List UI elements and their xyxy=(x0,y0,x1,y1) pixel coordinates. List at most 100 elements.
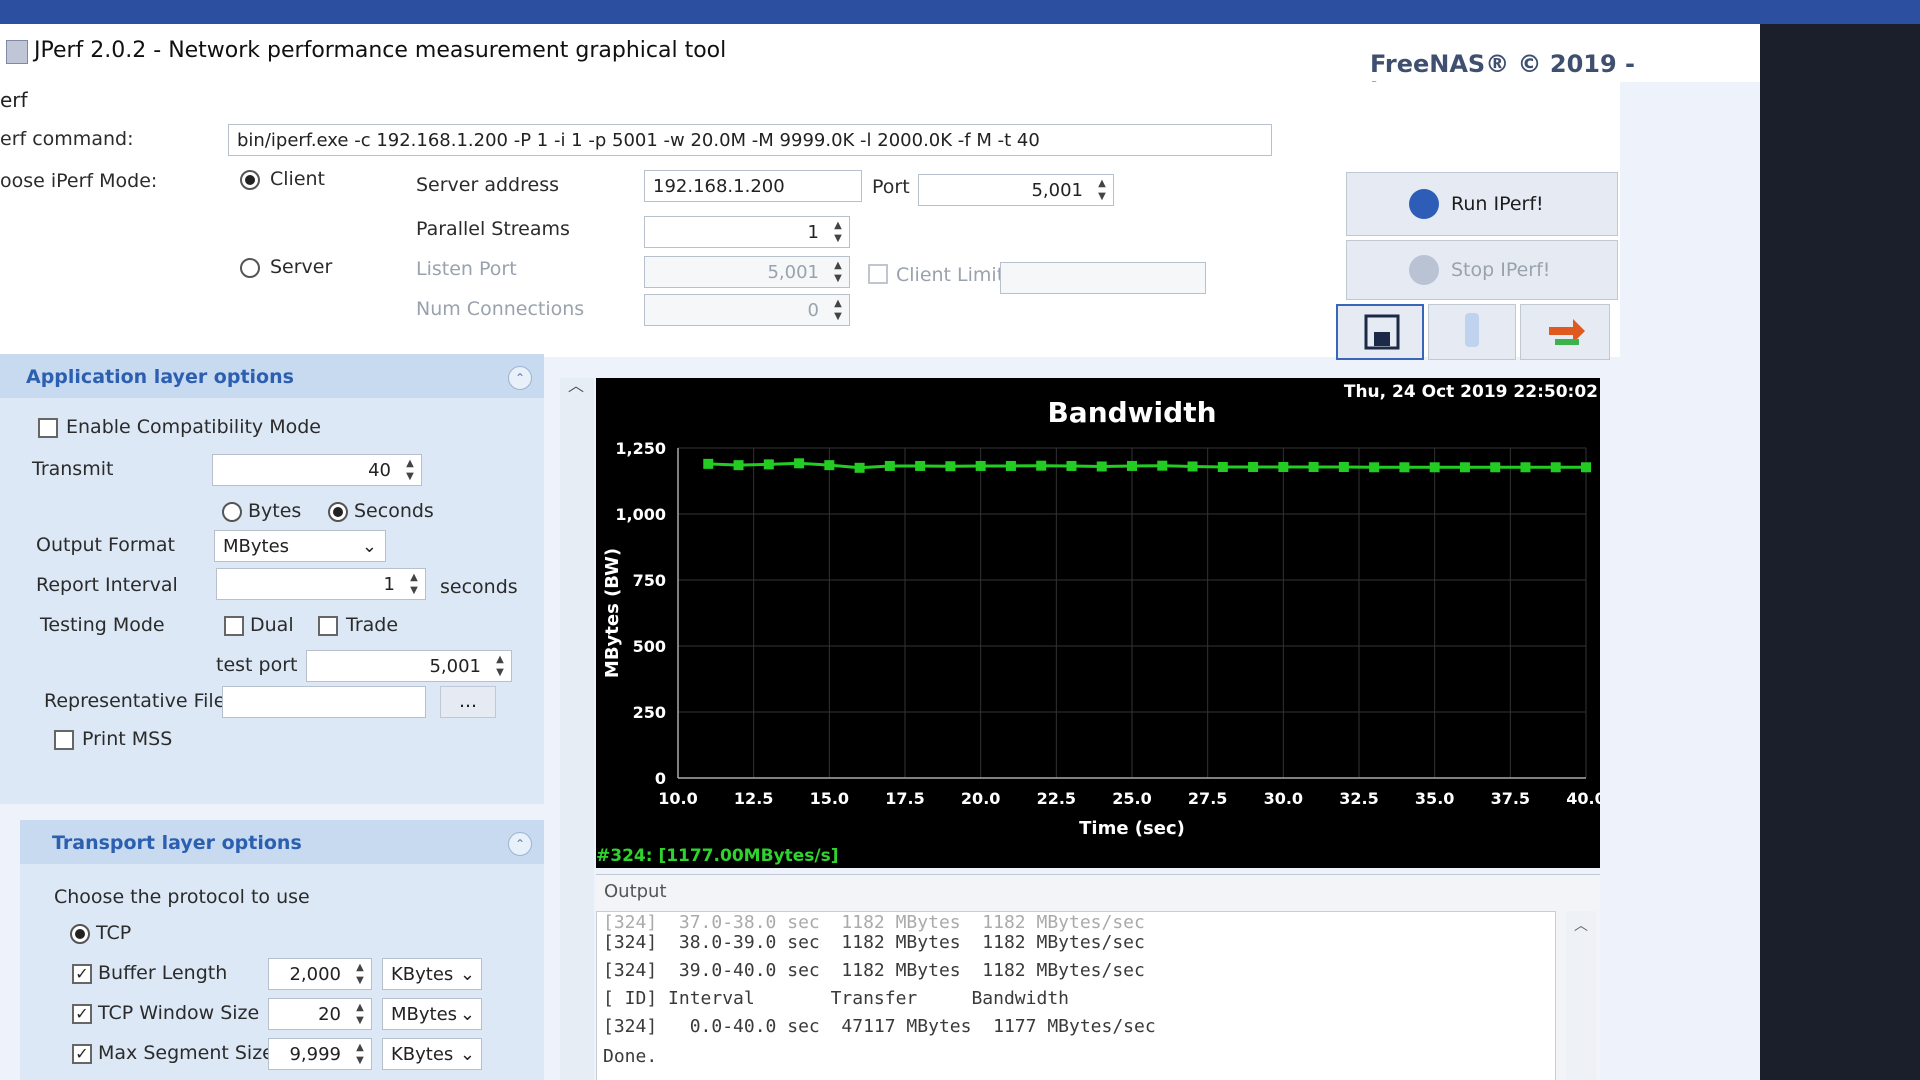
parallel-streams-spinner[interactable]: ▲ ▼ xyxy=(829,219,847,245)
panel-splitter[interactable]: ︿ xyxy=(560,376,594,1080)
server-radio[interactable] xyxy=(240,258,260,278)
mode-label: oose iPerf Mode: xyxy=(0,170,158,192)
num-connections-value: 0 xyxy=(807,300,819,321)
test-port-spinner[interactable]: ▲ ▼ xyxy=(491,653,509,679)
test-port-value: 5,001 xyxy=(429,656,481,677)
y-tick-label: 1,000 xyxy=(615,505,666,524)
port-spinner[interactable]: ▲ ▼ xyxy=(1093,177,1111,203)
parallel-streams-value: 1 xyxy=(807,222,819,243)
chevron-down-icon: ⌄ xyxy=(459,1044,475,1065)
stop-iperf-button[interactable]: Stop IPerf! xyxy=(1346,240,1618,300)
dual-label: Dual xyxy=(250,614,294,636)
chevron-down-icon: ⌄ xyxy=(459,1004,475,1025)
transmit-field[interactable]: 40 ▲ ▼ xyxy=(212,454,422,486)
data-point xyxy=(1520,462,1531,473)
transport-layer-header[interactable]: Transport layer options ⌃ xyxy=(20,820,544,864)
client-limit-checkbox[interactable] xyxy=(868,264,888,284)
refresh-button[interactable] xyxy=(1520,304,1610,360)
transmit-label: Transmit xyxy=(32,458,114,480)
tcp-window-spinner[interactable]: ▲ ▼ xyxy=(351,1001,369,1027)
data-point xyxy=(915,460,926,471)
collapse-icon[interactable]: ⌃ xyxy=(508,366,532,390)
buffer-length-spinner[interactable]: ▲ ▼ xyxy=(351,961,369,987)
representative-file-field[interactable] xyxy=(222,686,426,718)
num-connections-field[interactable]: 0 ▲ ▼ xyxy=(644,294,850,326)
x-tick-label: 15.0 xyxy=(810,789,849,808)
scroll-up-icon[interactable]: ︿ xyxy=(1574,915,1588,935)
server-address-label: Server address xyxy=(416,174,559,196)
chevron-down-icon: ⌄ xyxy=(459,964,475,985)
output-text-area[interactable]: [324] 37.0-38.0 sec 1182 MBytes 1182 MBy… xyxy=(596,911,1556,1080)
browse-button[interactable]: ... xyxy=(440,686,496,718)
bytes-radio[interactable] xyxy=(222,502,242,522)
command-area: erf command: bin/iperf.exe -c 192.168.1.… xyxy=(0,122,1620,360)
clear-button[interactable] xyxy=(1428,304,1516,360)
buffer-length-unit-select[interactable]: KBytes ⌄ xyxy=(382,958,482,990)
run-icon xyxy=(1409,189,1439,219)
mss-spinner[interactable]: ▲ ▼ xyxy=(351,1041,369,1067)
menu-iperf[interactable]: erf xyxy=(0,88,28,112)
parallel-streams-label: Parallel Streams xyxy=(416,218,570,240)
server-address-field[interactable]: 192.168.1.200 xyxy=(644,170,862,202)
client-limit-field[interactable] xyxy=(1000,262,1206,294)
y-tick-label: 1,250 xyxy=(615,439,666,458)
data-point xyxy=(1550,462,1561,473)
buffer-length-field[interactable]: 2,000 ▲ ▼ xyxy=(268,958,372,990)
mss-unit-select[interactable]: KBytes ⌄ xyxy=(382,1038,482,1070)
output-format-select[interactable]: MBytes ⌄ xyxy=(214,530,386,562)
listen-port-field[interactable]: 5,001 ▲ ▼ xyxy=(644,256,850,288)
dual-checkbox[interactable] xyxy=(224,616,244,636)
trade-checkbox[interactable] xyxy=(318,616,338,636)
data-point xyxy=(1005,460,1016,471)
seconds-label: Seconds xyxy=(354,500,434,522)
tcp-window-field[interactable]: 20 ▲ ▼ xyxy=(268,998,372,1030)
chart-title: Bandwidth xyxy=(1047,396,1216,429)
output-scrollbar[interactable]: ︿ ﹀ xyxy=(1566,911,1596,1080)
port-field[interactable]: 5,001 ▲ ▼ xyxy=(918,174,1114,206)
compatibility-label: Enable Compatibility Mode xyxy=(66,416,321,438)
command-field[interactable]: bin/iperf.exe -c 192.168.1.200 -P 1 -i 1… xyxy=(228,124,1272,156)
test-port-field[interactable]: 5,001 ▲ ▼ xyxy=(306,650,512,682)
x-tick-label: 37.5 xyxy=(1491,789,1530,808)
num-connections-spinner[interactable]: ▲ ▼ xyxy=(829,297,847,323)
tcp-window-unit-select[interactable]: MBytes ⌄ xyxy=(382,998,482,1030)
data-point xyxy=(703,458,714,469)
chevron-up-icon[interactable]: ︿ xyxy=(568,372,584,396)
data-point xyxy=(884,460,895,471)
taskbar xyxy=(0,0,1920,24)
transmit-spinner[interactable]: ▲ ▼ xyxy=(401,457,419,483)
mss-field[interactable]: 9,999 ▲ ▼ xyxy=(268,1038,372,1070)
tcp-radio[interactable] xyxy=(70,924,90,944)
data-point xyxy=(1036,460,1047,471)
client-label: Client xyxy=(270,168,326,190)
output-line: Done. xyxy=(603,1046,658,1067)
bytes-label: Bytes xyxy=(248,500,302,522)
parallel-streams-field[interactable]: 1 ▲ ▼ xyxy=(644,216,850,248)
data-point xyxy=(824,460,835,471)
tcp-window-checkbox[interactable]: ✓ xyxy=(72,1004,92,1024)
x-tick-label: 40.0 xyxy=(1566,789,1600,808)
listen-port-spinner[interactable]: ▲ ▼ xyxy=(829,259,847,285)
run-iperf-button[interactable]: Run IPerf! xyxy=(1346,172,1618,236)
bandwidth-chart: Thu, 24 Oct 2019 22:50:02 Bandwidth 10.0 1… xyxy=(596,378,1600,868)
seconds-radio[interactable] xyxy=(328,502,348,522)
collapse-icon[interactable]: ⌃ xyxy=(508,832,532,856)
mss-checkbox[interactable]: ✓ xyxy=(72,1044,92,1064)
x-tick-label: 10.0 xyxy=(658,789,697,808)
tcp-window-label: TCP Window Size xyxy=(98,1002,260,1024)
output-line: [ ID] Interval Transfer Bandwidth xyxy=(603,988,1069,1009)
y-tick-label: 0 xyxy=(655,769,666,788)
report-interval-field[interactable]: 1 ▲ ▼ xyxy=(216,568,426,600)
compatibility-checkbox[interactable] xyxy=(38,418,58,438)
mss-value: 9,999 xyxy=(289,1044,341,1065)
print-mss-checkbox[interactable] xyxy=(54,730,74,750)
buffer-length-checkbox[interactable]: ✓ xyxy=(72,964,92,984)
data-point xyxy=(1187,461,1198,472)
report-interval-label: Report Interval xyxy=(36,574,178,596)
data-point xyxy=(1338,462,1349,473)
client-radio[interactable] xyxy=(240,170,260,190)
protocol-label: Choose the protocol to use xyxy=(54,886,310,908)
save-button[interactable] xyxy=(1336,304,1424,360)
report-interval-spinner[interactable]: ▲ ▼ xyxy=(405,571,423,597)
application-layer-header[interactable]: Application layer options ⌃ xyxy=(0,354,544,398)
